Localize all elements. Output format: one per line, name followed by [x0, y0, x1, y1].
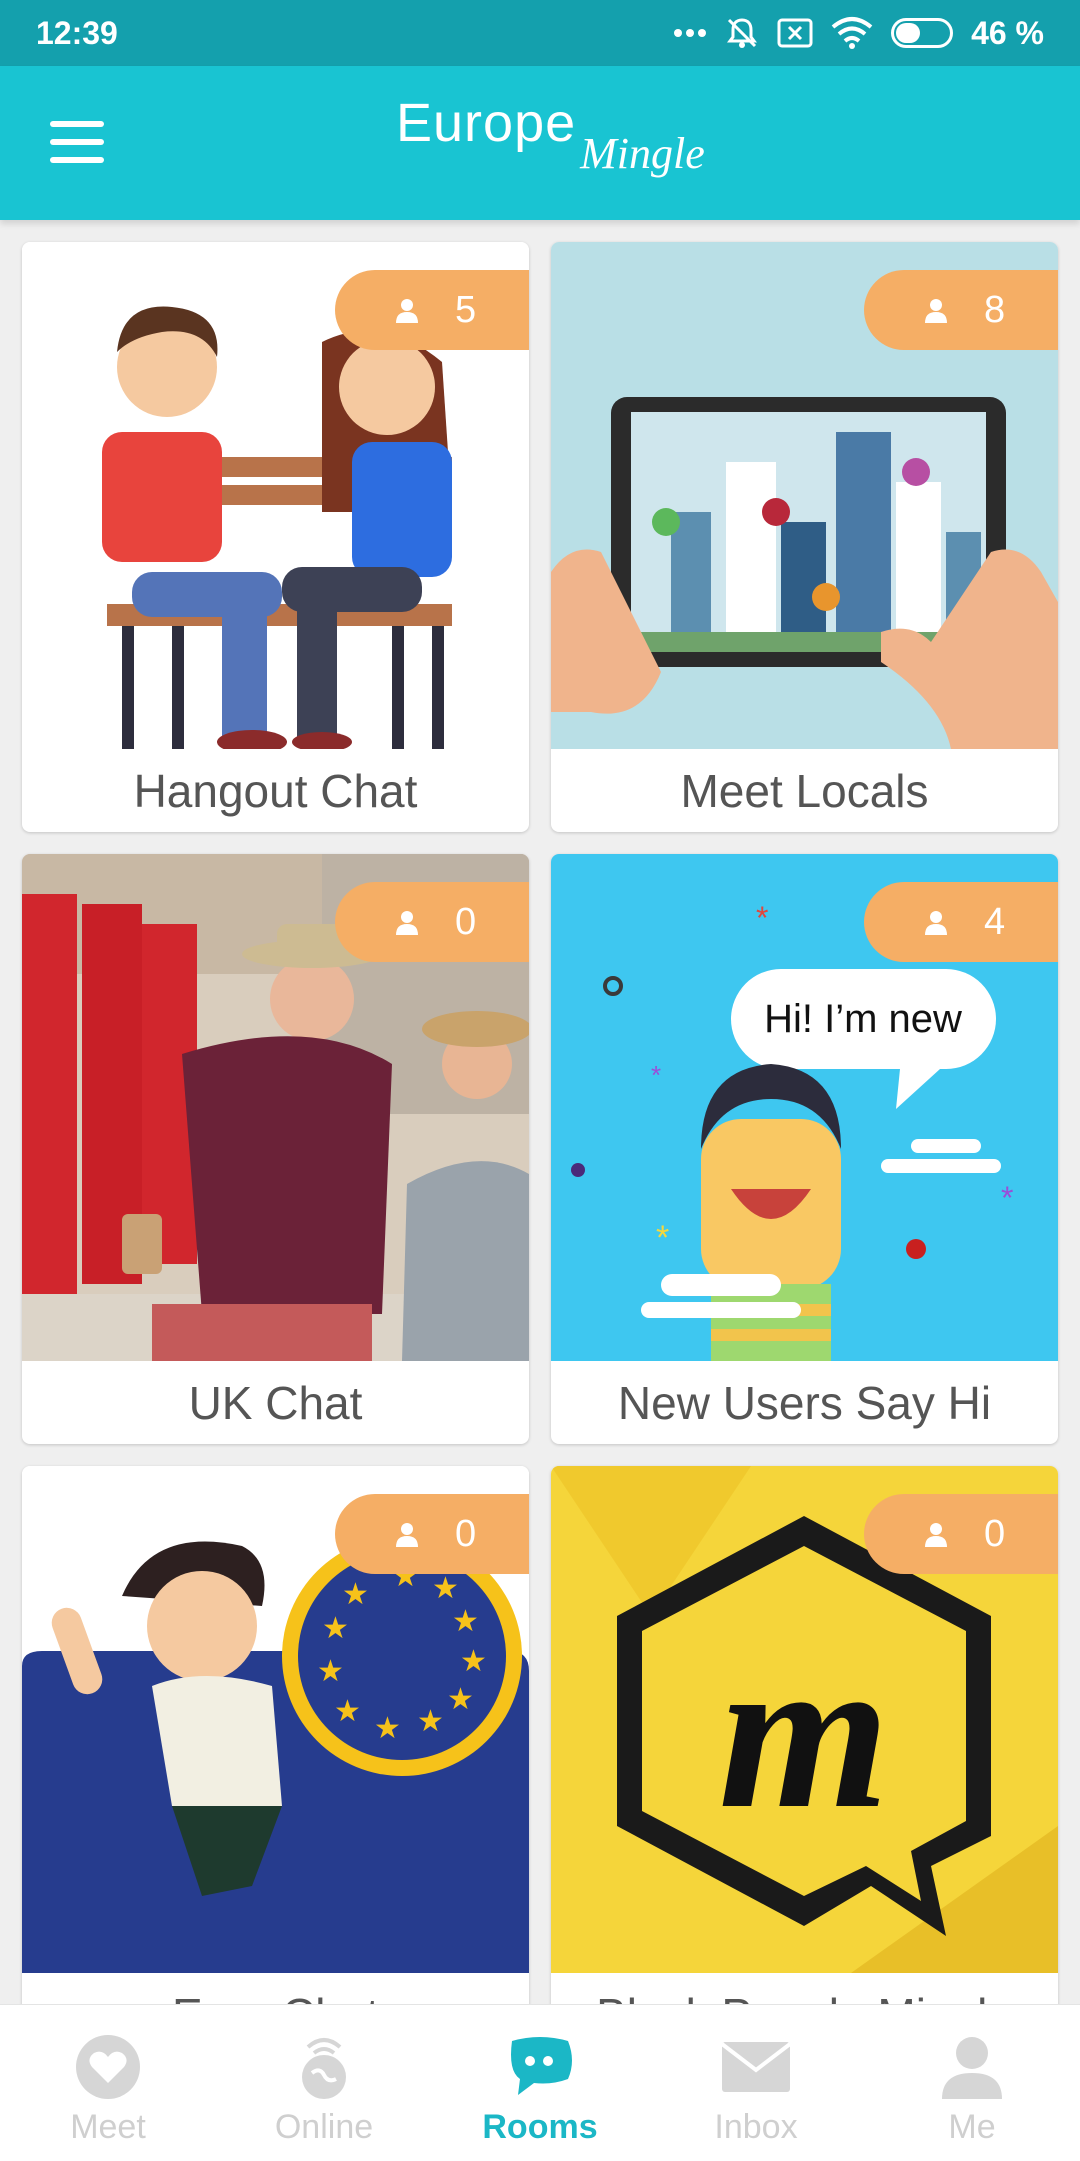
- member-count-badge: 0: [864, 1494, 1058, 1574]
- room-card-hangout-chat[interactable]: 5 Hangout Chat: [22, 242, 529, 832]
- svg-text:★: ★: [334, 1694, 361, 1729]
- room-card-meet-locals[interactable]: 8 Meet Locals: [551, 242, 1058, 832]
- member-count: 0: [455, 900, 477, 943]
- battery-percent: 46 %: [971, 14, 1044, 51]
- room-name: Hangout Chat: [133, 764, 418, 817]
- svg-text:*: *: [756, 900, 768, 936]
- nav-label: Online: [274, 2108, 374, 2146]
- member-count-badge: 0: [335, 1494, 529, 1574]
- svg-text:★: ★: [317, 1654, 344, 1689]
- svg-text:*: *: [651, 1060, 661, 1090]
- speech-bubble-text: Hi! I’m new: [764, 997, 962, 1041]
- status-time: 12:39: [36, 14, 118, 51]
- battery-icon: [891, 18, 954, 48]
- nav-meet[interactable]: Meet: [0, 2005, 216, 2161]
- user-icon: [396, 911, 418, 935]
- member-count-badge: 5: [335, 270, 529, 350]
- svg-text:*: *: [1001, 1180, 1013, 1216]
- member-count-badge: 8: [864, 270, 1058, 350]
- svg-text:★: ★: [322, 1611, 349, 1646]
- hamburger-menu-icon[interactable]: [50, 121, 104, 163]
- member-count: 5: [455, 288, 477, 331]
- member-count-badge: 0: [335, 882, 529, 962]
- svg-text:★: ★: [447, 1682, 474, 1717]
- more-dots-icon: [673, 28, 707, 38]
- svg-text:★: ★: [417, 1704, 444, 1739]
- nav-label: Me: [948, 2108, 996, 2146]
- user-icon: [925, 299, 947, 323]
- nav-online[interactable]: Online: [216, 2005, 432, 2161]
- nav-me[interactable]: Me: [864, 2005, 1080, 2161]
- svg-text:★: ★: [452, 1604, 479, 1639]
- member-count: 4: [984, 900, 1006, 943]
- svg-text:m: m: [718, 1610, 889, 1854]
- nav-inbox[interactable]: Inbox: [648, 2005, 864, 2161]
- room-name: Meet Locals: [680, 764, 929, 817]
- room-card-new-users[interactable]: Hi! I’m new * * * * 4 New Users Say Hi: [551, 854, 1058, 1444]
- room-name: New Users Say Hi: [617, 1376, 992, 1429]
- user-icon: [935, 2030, 1009, 2104]
- member-count: 0: [455, 1512, 477, 1555]
- member-count-badge: 4: [864, 882, 1058, 962]
- user-icon: [925, 911, 947, 935]
- svg-text:★: ★: [460, 1644, 487, 1679]
- globe-icon: [287, 2030, 361, 2104]
- bell-muted-icon: [725, 16, 759, 50]
- svg-text:★: ★: [374, 1711, 401, 1746]
- heart-icon: [71, 2030, 145, 2104]
- nav-label: Inbox: [714, 2108, 798, 2146]
- bottom-nav: Meet Online Rooms Inbox Me: [0, 2004, 1080, 2161]
- nav-label: Meet: [70, 2108, 146, 2146]
- user-icon: [396, 1523, 418, 1547]
- status-icons: 46 %: [673, 15, 1044, 52]
- svg-text:★: ★: [432, 1571, 459, 1606]
- wifi-icon: [831, 16, 873, 50]
- svg-text:*: *: [656, 1219, 669, 1257]
- logo-main-text: Europe: [396, 93, 577, 153]
- room-name: UK Chat: [188, 1376, 363, 1429]
- member-count: 0: [984, 1512, 1006, 1555]
- svg-text:★: ★: [342, 1577, 369, 1612]
- app-header: Europe Mingle: [0, 66, 1080, 220]
- room-card-uk-chat[interactable]: 0 UK Chat: [22, 854, 529, 1444]
- user-icon: [925, 1523, 947, 1547]
- envelope-icon: [719, 2030, 793, 2104]
- status-bar: 12:39 46 %: [0, 0, 1080, 66]
- user-icon: [396, 299, 418, 323]
- nav-rooms[interactable]: Rooms: [432, 2005, 648, 2161]
- app-logo: Europe Mingle: [396, 92, 705, 192]
- member-count: 8: [984, 288, 1006, 331]
- nav-label: Rooms: [482, 2108, 598, 2146]
- sim-x-icon: [777, 18, 813, 48]
- chat-bubble-icon: [503, 2030, 577, 2104]
- room-card-euro-chat[interactable]: ★★★ ★★★ ★★★ ★★ 0 Euro Chat: [22, 1466, 529, 2056]
- logo-sub-text: Mingle: [580, 129, 705, 178]
- room-card-black-people-mingle[interactable]: m 0 Black People Mingle: [551, 1466, 1058, 2056]
